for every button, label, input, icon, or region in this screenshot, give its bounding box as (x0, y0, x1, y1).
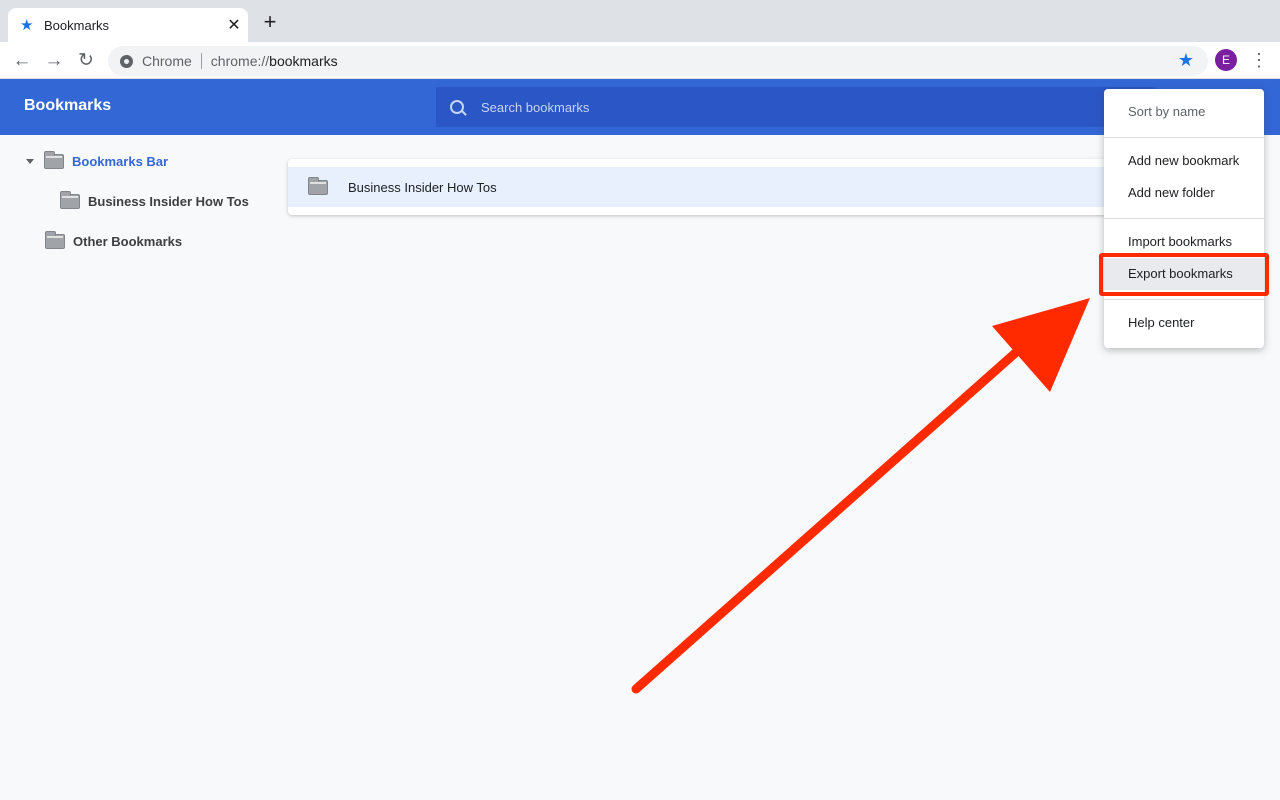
profile-avatar[interactable]: E (1215, 49, 1237, 71)
sidebar-item-label: Business Insider How Tos (88, 194, 249, 209)
arrow-shaft (631, 335, 1035, 694)
expand-arrow-icon[interactable] (26, 159, 34, 164)
tab-bookmarks[interactable]: ★ Bookmarks ✕ (8, 8, 248, 42)
new-tab-button[interactable]: + (258, 10, 282, 34)
address-bar[interactable]: Chrome chrome://bookmarks ★ (108, 46, 1208, 76)
sidebar-item-label: Bookmarks Bar (72, 154, 169, 169)
menu-divider (1104, 218, 1264, 219)
folder-icon (44, 231, 65, 249)
forward-button[interactable]: → (40, 47, 68, 75)
chrome-icon (120, 54, 133, 68)
menu-divider (1104, 299, 1264, 300)
menu-item-sort-by-name[interactable]: Sort by name (1104, 96, 1264, 128)
site-label: Chrome (142, 53, 192, 69)
menu-item-add-folder[interactable]: Add new folder (1104, 177, 1264, 209)
browser-toolbar: ← → ↻ Chrome chrome://bookmarks ★ (0, 42, 1280, 79)
star-icon: ★ (20, 17, 34, 34)
bookmark-star-icon[interactable]: ★ (1178, 50, 1194, 71)
bookmark-list: Business Insider How Tos (288, 159, 1118, 215)
search-input[interactable] (481, 99, 1081, 115)
list-item[interactable]: Business Insider How Tos (288, 167, 1118, 207)
folder-icon (59, 191, 80, 209)
menu-item-help-center[interactable]: Help center (1104, 307, 1264, 339)
menu-item-import[interactable]: Import bookmarks (1104, 226, 1264, 258)
url-scheme: chrome:// (210, 53, 270, 69)
sidebar-item-business-insider[interactable]: Business Insider How Tos (59, 191, 249, 209)
organize-menu: Sort by name Add new bookmark Add new fo… (1104, 89, 1264, 348)
app-header: Bookmarks (0, 79, 1280, 135)
list-item-label: Business Insider How Tos (348, 179, 497, 195)
search-box[interactable] (436, 87, 1156, 127)
sidebar-item-bookmarks-bar[interactable]: Bookmarks Bar (26, 151, 169, 169)
arrow-head (992, 298, 1090, 392)
back-button[interactable]: ← (8, 47, 36, 75)
tab-title: Bookmarks (44, 17, 110, 33)
tab-strip: ★ Bookmarks ✕ + (0, 0, 1280, 42)
folder-icon (307, 176, 328, 195)
folder-icon (43, 151, 64, 169)
sidebar-item-label: Other Bookmarks (73, 234, 183, 249)
menu-item-add-bookmark[interactable]: Add new bookmark (1104, 145, 1264, 177)
menu-divider (1104, 137, 1264, 138)
chrome-menu-icon[interactable]: ⋮ (1250, 49, 1268, 71)
close-icon[interactable]: ✕ (220, 15, 248, 35)
search-icon (450, 100, 464, 114)
url-host: bookmarks (269, 53, 338, 69)
sidebar-item-other-bookmarks[interactable]: Other Bookmarks (44, 231, 183, 249)
page-title: Bookmarks (24, 97, 112, 114)
menu-item-export[interactable]: Export bookmarks (1104, 258, 1264, 290)
reload-button[interactable]: ↻ (72, 47, 100, 75)
divider (200, 53, 202, 69)
